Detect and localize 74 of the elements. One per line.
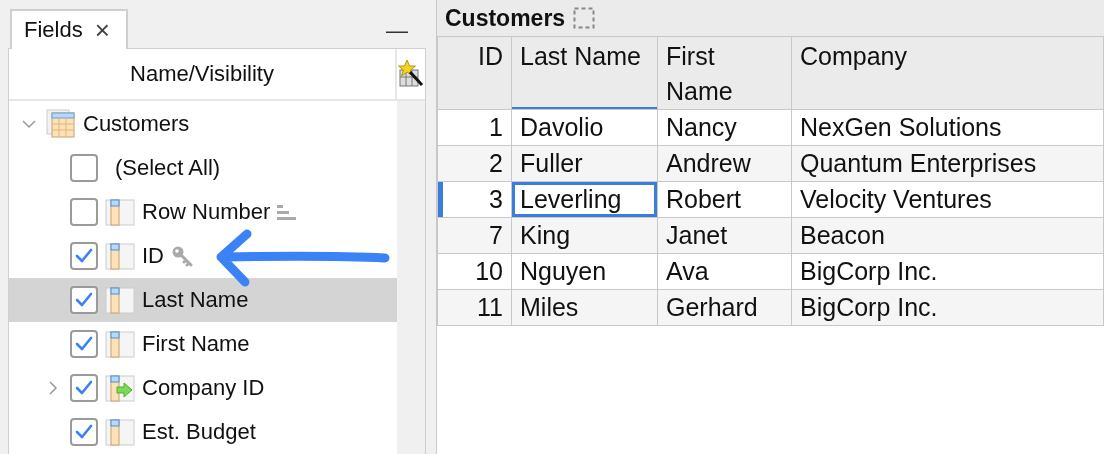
field-name: Company ID xyxy=(142,375,265,401)
table-cell: Quantum Enterprises xyxy=(791,145,1104,182)
field-name: Row Number xyxy=(142,199,271,225)
field-name: ID xyxy=(142,243,164,269)
check-icon xyxy=(75,380,93,396)
field-name: Est. Budget xyxy=(142,419,256,445)
chevron-down-icon[interactable] xyxy=(22,117,36,131)
table-cell: Velocity Ventures xyxy=(791,181,1104,218)
table-cell: Miles xyxy=(511,289,658,326)
lookup-field-icon xyxy=(105,373,135,403)
column-header[interactable]: Company xyxy=(791,37,1104,110)
field-icon xyxy=(105,417,135,447)
table-cell: Davolio xyxy=(511,109,658,146)
table-cell: BigCorp Inc. xyxy=(791,289,1104,326)
table-cell: 2 xyxy=(437,145,512,182)
field-icon xyxy=(105,329,135,359)
table-cell: 7 xyxy=(437,217,512,254)
checkbox[interactable] xyxy=(70,418,98,446)
check-icon xyxy=(75,336,93,352)
table-cell: Beacon xyxy=(791,217,1104,254)
tree-item[interactable]: Last Name xyxy=(9,278,397,322)
star-wand-icon[interactable] xyxy=(398,60,424,88)
table-cell: Ava xyxy=(657,253,792,290)
tree-item[interactable]: (Select All) xyxy=(9,146,397,190)
table-cell: Andrew xyxy=(657,145,792,182)
dashed-square-icon[interactable] xyxy=(573,7,596,29)
field-name: Customers xyxy=(83,111,190,137)
table-cell: Robert xyxy=(657,181,792,218)
tree-item[interactable]: First Name xyxy=(9,322,397,366)
column-header[interactable]: Name/Visibility xyxy=(9,49,397,99)
field-name: (Select All) xyxy=(115,155,221,181)
table-cell: NexGen Solutions xyxy=(791,109,1104,146)
column-header[interactable]: ID xyxy=(437,37,512,110)
check-icon xyxy=(75,292,93,308)
table-cell: Fuller xyxy=(511,145,658,182)
checkbox[interactable] xyxy=(70,374,98,402)
checkbox[interactable] xyxy=(70,286,98,314)
table-cell: 11 xyxy=(437,289,512,326)
column-header[interactable]: Last Name xyxy=(511,37,658,110)
check-icon xyxy=(75,424,93,440)
checkbox[interactable] xyxy=(70,330,98,358)
field-name: Last Name xyxy=(142,287,249,313)
field-icon xyxy=(105,285,135,315)
fields-tab[interactable]: Fields × xyxy=(10,9,128,49)
table-cell: Nancy xyxy=(657,109,792,146)
grid-title: Customers xyxy=(445,4,566,32)
table-cell: Nguyen xyxy=(511,253,658,290)
field-icon xyxy=(105,197,135,227)
tree-item[interactable]: Est. Budget xyxy=(9,410,397,454)
field-name: First Name xyxy=(142,331,250,357)
table-cell: 1 xyxy=(437,109,512,146)
tree-item[interactable]: ID xyxy=(9,234,397,278)
table-cell: 10 xyxy=(437,253,512,290)
tree-item[interactable]: Customers xyxy=(9,102,397,146)
table-icon xyxy=(46,109,76,139)
table-cell: BigCorp Inc. xyxy=(791,253,1104,290)
check-icon xyxy=(75,248,93,264)
table-cell: King xyxy=(511,217,658,254)
close-button[interactable]: × xyxy=(94,17,110,43)
chevron-right-icon[interactable] xyxy=(46,381,60,395)
tree-item[interactable]: Row Number xyxy=(9,190,397,234)
field-icon xyxy=(105,241,135,271)
tree-item[interactable]: Company ID xyxy=(9,366,397,410)
table-cell: Janet xyxy=(657,217,792,254)
minimize-button[interactable]: — xyxy=(386,18,408,44)
table-cell: 3 xyxy=(437,181,512,218)
lines-icon xyxy=(277,204,298,220)
column-header[interactable]: First Name xyxy=(657,37,792,110)
key-icon xyxy=(171,245,193,267)
checkbox[interactable] xyxy=(70,198,98,226)
table-cell: Gerhard xyxy=(657,289,792,326)
focused-cell: Leverling xyxy=(511,181,658,218)
checkbox[interactable] xyxy=(70,242,98,270)
checkbox[interactable] xyxy=(70,154,98,182)
